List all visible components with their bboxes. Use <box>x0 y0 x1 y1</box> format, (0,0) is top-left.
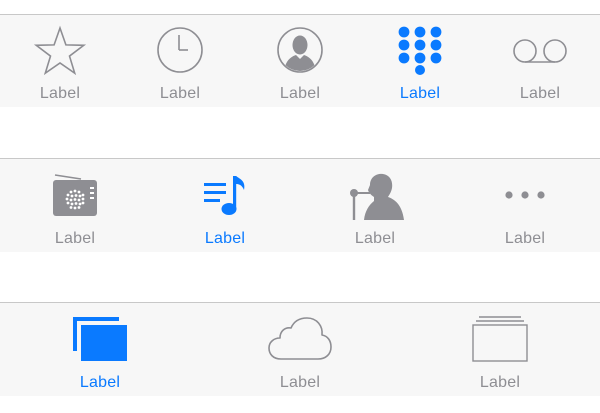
tab-voicemail[interactable]: Label <box>480 15 600 107</box>
tab-label: Label <box>399 85 441 102</box>
music-playlist-icon <box>204 176 245 215</box>
clock-icon <box>157 27 203 73</box>
more-icon <box>505 191 545 199</box>
tab-folders[interactable]: Label <box>400 303 600 396</box>
tab-radio[interactable]: Label <box>0 159 150 252</box>
voicemail-icon <box>513 39 567 63</box>
tab-label: Label <box>204 230 246 247</box>
tab-label: Label <box>54 230 96 247</box>
tab-keypad[interactable]: Label <box>360 15 480 107</box>
star-icon <box>33 25 87 76</box>
cloud-icon <box>268 317 332 360</box>
tab-label: Label <box>159 85 201 102</box>
tab-label: Label <box>519 85 561 102</box>
tab-contacts[interactable]: Label <box>240 15 360 107</box>
tab-bar-phone: Label Label Label Label Label <box>0 14 600 107</box>
tab-label: Label <box>479 374 521 391</box>
tab-favorites[interactable]: Label <box>0 15 120 107</box>
tab-windows[interactable]: Label <box>0 303 200 396</box>
tab-artists[interactable]: Label <box>300 159 450 252</box>
stacked-windows-icon <box>73 317 127 361</box>
tab-playlists[interactable]: Label <box>150 159 300 252</box>
tab-cloud[interactable]: Label <box>200 303 400 396</box>
tab-label: Label <box>39 85 81 102</box>
tab-recents[interactable]: Label <box>120 15 240 107</box>
tab-label: Label <box>279 85 321 102</box>
tab-label: Label <box>504 230 546 247</box>
stacked-folders-icon <box>472 316 528 362</box>
tab-bar-music: Label Label Label Label <box>0 158 600 252</box>
tab-label: Label <box>354 230 396 247</box>
artist-microphone-icon <box>350 173 404 220</box>
tab-bar-documents: Label Label Label <box>0 302 600 396</box>
tab-label: Label <box>279 374 321 391</box>
contact-icon <box>277 27 323 73</box>
tab-label: Label <box>79 374 121 391</box>
keypad-icon <box>398 26 442 75</box>
radio-icon <box>53 174 97 216</box>
tab-more[interactable]: Label <box>450 159 600 252</box>
